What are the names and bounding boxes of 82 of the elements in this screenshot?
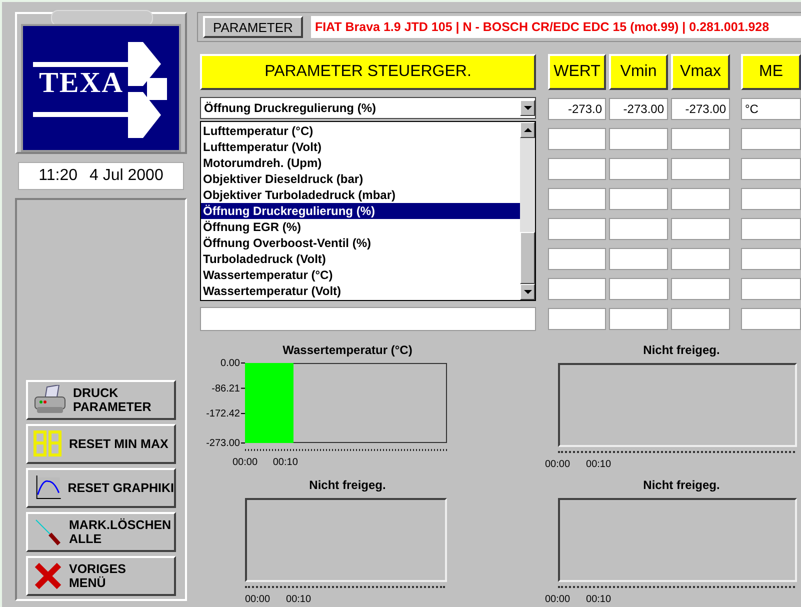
x-tick-label: 00:10 <box>272 457 298 468</box>
table-cell <box>671 248 730 270</box>
parameter-list-item[interactable]: Lufttemperatur (°C) <box>201 123 520 139</box>
table-cell <box>548 248 606 270</box>
parameter-list-item[interactable]: Öffnung Druckregulierung (%) <box>201 203 520 219</box>
table-cell <box>609 278 668 300</box>
vehicle-info-field: FIAT Brava 1.9 JTD 105 | N - BOSCH CR/EDC EDC 15 (mot.99) | 0.281.001.928 <box>310 16 801 38</box>
column-header: Vmax <box>671 54 730 90</box>
table-cell <box>671 188 730 210</box>
parameter-list-item[interactable]: Objektiver Turboladedruck (mbar) <box>201 187 520 203</box>
table-cell <box>548 158 606 180</box>
chart-title: Nicht freigeg. <box>642 478 721 492</box>
side-button[interactable]: RESET MIN MAX <box>26 424 176 464</box>
table-cell <box>741 308 801 330</box>
side-button[interactable]: DRUCK PARAMETER <box>26 380 176 420</box>
y-tick-label: -86.21 <box>212 383 240 394</box>
parameter-list-item[interactable]: Motorumdreh. (Upm) <box>201 155 520 171</box>
x-tick-label: 00:00 <box>545 459 570 470</box>
table-cell <box>548 308 606 330</box>
parameter-list-item[interactable]: Wassertemperatur (°C) <box>201 267 520 283</box>
table-cell <box>741 128 801 150</box>
y-tick-label: 0.00 <box>220 358 240 369</box>
table-cell <box>741 248 801 270</box>
logo-text: TEXA <box>39 68 124 98</box>
table-cell <box>609 248 668 270</box>
table-cell <box>609 158 668 180</box>
x-tick-label: 00:10 <box>586 594 612 605</box>
table-cell <box>741 188 801 210</box>
x-tick-label: 00:10 <box>286 594 312 605</box>
x-tick-label: 00:00 <box>232 457 258 468</box>
side-button[interactable]: RESET GRAPHIKI <box>26 468 176 508</box>
table-cell: -273.00 <box>671 98 730 120</box>
screwdriver-icon <box>33 517 63 547</box>
parameter-button[interactable]: PARAMETER <box>203 16 303 38</box>
table-cell <box>671 218 730 240</box>
table-cell: -273.00 <box>609 98 668 120</box>
parameter-list-item[interactable]: Objektiver Dieseldruck (bar) <box>201 171 520 187</box>
x-tick-label: 00:10 <box>586 459 612 470</box>
input-field[interactable] <box>200 307 536 331</box>
scrollbar-thumb[interactable] <box>520 232 535 284</box>
parameter-list-item[interactable]: Wassertemperatur (Volt) <box>201 283 520 299</box>
table-cell <box>548 278 606 300</box>
side-button[interactable]: MARK.LÖSCHEN ALLE <box>26 512 176 552</box>
parameter-list-item[interactable]: Öffnung EGR (%) <box>201 219 520 235</box>
clock-date: 4 Jul 2000 <box>90 167 164 185</box>
table-cell <box>609 218 668 240</box>
table-cell <box>741 278 801 300</box>
table-cell <box>671 308 730 330</box>
table-cell <box>741 158 801 180</box>
x-tick-label: 00:00 <box>545 594 570 605</box>
column-header: ME <box>741 54 801 90</box>
parameter-heading: PARAMETER STEUERGER. <box>200 54 536 90</box>
chart-title: Nicht freigeg. <box>642 343 721 357</box>
table-cell <box>609 128 668 150</box>
table-cell: °C <box>741 98 801 120</box>
table-cell <box>671 278 730 300</box>
table-cell <box>548 128 606 150</box>
table-cell <box>671 158 730 180</box>
column-header: Vmin <box>609 54 668 90</box>
scrollbar[interactable] <box>520 122 535 300</box>
chart-title: Nicht freigeg. <box>308 478 387 492</box>
y-tick-label: -273.00 <box>206 438 240 449</box>
table-cell <box>548 188 606 210</box>
parameter-list-item[interactable]: Öffnung Overboost-Ventil (%) <box>201 235 520 251</box>
chart-title: Wassertemperatur (°C) <box>282 343 414 357</box>
parameter-list-item[interactable]: Lufttemperatur (Volt) <box>201 139 520 155</box>
parameter-dropdown[interactable]: Öffnung Druckregulierung (%) <box>200 97 536 119</box>
close-icon <box>33 561 63 591</box>
table-cell <box>609 308 668 330</box>
parameter-list-item[interactable]: Turboladedruck (Volt) <box>201 251 520 267</box>
table-cell: -273.0 <box>548 98 606 120</box>
column-header: WERT <box>548 54 606 90</box>
side-button[interactable]: VORIGES MENÜ <box>26 556 176 596</box>
table-cell <box>548 218 606 240</box>
clock-time: 11:20 <box>38 167 78 185</box>
x-tick-label: 00:00 <box>245 594 270 605</box>
table-cell <box>741 218 801 240</box>
printer-icon <box>33 385 67 415</box>
table-cell <box>671 128 730 150</box>
y-tick-label: -172.42 <box>206 408 240 420</box>
digit-display-icon <box>33 429 63 459</box>
table-cell <box>609 188 668 210</box>
